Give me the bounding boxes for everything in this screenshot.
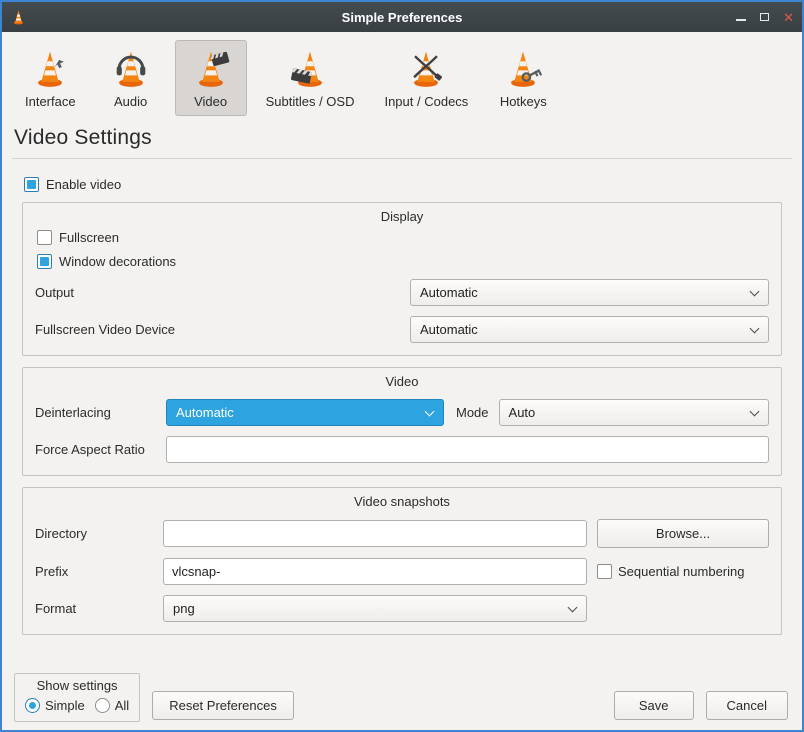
mode-value: Auto (509, 405, 536, 420)
video-icon (189, 47, 233, 91)
close-button[interactable]: ✕ (783, 11, 794, 24)
fullscreen-device-select[interactable]: Automatic (410, 316, 769, 343)
interface-icon (28, 47, 72, 91)
category-toolbar: Interface Audio (2, 32, 802, 120)
maximize-button[interactable] (760, 13, 769, 21)
deinterlacing-label: Deinterlacing (35, 405, 166, 420)
deinterlacing-select[interactable]: Automatic (166, 399, 444, 426)
sequential-numbering-checkbox[interactable]: Sequential numbering (597, 564, 769, 579)
force-aspect-ratio-row: Force Aspect Ratio (35, 436, 769, 463)
tab-interface[interactable]: Interface (14, 40, 87, 116)
radio-all-label: All (115, 698, 129, 713)
radio-icon (25, 698, 40, 713)
mode-select[interactable]: Auto (499, 399, 769, 426)
sequential-numbering-label: Sequential numbering (618, 564, 744, 579)
output-value: Automatic (420, 285, 478, 300)
chevron-down-icon (750, 406, 760, 416)
tab-label: Input / Codecs (384, 94, 468, 109)
chevron-down-icon (750, 286, 760, 296)
footer: Show settings Simple All Reset Preferenc… (2, 673, 802, 730)
show-settings-radios: Simple All (25, 698, 129, 713)
minimize-button[interactable] (736, 13, 746, 21)
directory-row: Directory Browse... (35, 519, 769, 548)
chevron-down-icon (568, 602, 578, 612)
input-codecs-icon (404, 47, 448, 91)
output-row: Output Automatic (35, 279, 769, 306)
window-controls: ✕ (736, 11, 794, 24)
checkbox-icon (37, 254, 52, 269)
titlebar[interactable]: Simple Preferences ✕ (2, 2, 802, 32)
prefix-input[interactable] (163, 558, 587, 585)
checkbox-icon (24, 177, 39, 192)
audio-icon (109, 47, 153, 91)
chevron-down-icon (425, 406, 435, 416)
window-decorations-label: Window decorations (59, 254, 176, 269)
preferences-window: Simple Preferences ✕ Interface (0, 0, 804, 732)
output-label: Output (35, 285, 410, 300)
checkbox-icon (37, 230, 52, 245)
tab-label: Video (194, 94, 227, 109)
directory-label: Directory (35, 526, 153, 541)
browse-button[interactable]: Browse... (597, 519, 769, 548)
tab-audio[interactable]: Audio (95, 40, 167, 116)
tab-video[interactable]: Video (175, 40, 247, 116)
radio-simple[interactable]: Simple (25, 698, 85, 713)
show-settings-title: Show settings (25, 678, 129, 693)
window-title: Simple Preferences (2, 10, 802, 25)
radio-icon (95, 698, 110, 713)
radio-all[interactable]: All (95, 698, 129, 713)
fullscreen-label: Fullscreen (59, 230, 119, 245)
fullscreen-device-label: Fullscreen Video Device (35, 322, 410, 337)
enable-video-label: Enable video (46, 177, 121, 192)
directory-input[interactable] (163, 520, 587, 547)
window-decorations-checkbox[interactable]: Window decorations (37, 254, 769, 269)
vlc-cone-icon (10, 8, 28, 26)
tab-label: Hotkeys (500, 94, 547, 109)
tab-label: Interface (25, 94, 76, 109)
video-snapshots-title: Video snapshots (35, 494, 769, 509)
deinterlacing-row: Deinterlacing Automatic Mode Auto (35, 399, 769, 426)
chevron-down-icon (750, 323, 760, 333)
fullscreen-device-row: Fullscreen Video Device Automatic (35, 316, 769, 343)
page-title: Video Settings (14, 126, 790, 150)
prefix-label: Prefix (35, 564, 153, 579)
show-settings-group: Show settings Simple All (14, 673, 140, 722)
checkbox-icon (597, 564, 612, 579)
page-head: Video Settings (2, 120, 802, 150)
tab-label: Subtitles / OSD (266, 94, 355, 109)
prefix-row: Prefix Sequential numbering (35, 558, 769, 585)
tab-input-codecs[interactable]: Input / Codecs (373, 40, 479, 116)
tab-hotkeys[interactable]: Hotkeys (487, 40, 559, 116)
display-group-title: Display (35, 209, 769, 224)
enable-video-checkbox[interactable]: Enable video (24, 177, 782, 192)
hotkeys-icon (501, 47, 545, 91)
output-select[interactable]: Automatic (410, 279, 769, 306)
reset-preferences-button[interactable]: Reset Preferences (152, 691, 294, 720)
format-value: png (173, 601, 195, 616)
fullscreen-device-value: Automatic (420, 322, 478, 337)
save-button[interactable]: Save (614, 691, 694, 720)
tab-label: Audio (114, 94, 147, 109)
fullscreen-checkbox[interactable]: Fullscreen (37, 230, 769, 245)
force-aspect-ratio-label: Force Aspect Ratio (35, 442, 166, 457)
format-row: Format png (35, 595, 769, 622)
deinterlacing-value: Automatic (176, 405, 234, 420)
format-label: Format (35, 601, 153, 616)
cancel-button[interactable]: Cancel (706, 691, 788, 720)
video-group-title: Video (35, 374, 769, 389)
format-select[interactable]: png (163, 595, 587, 622)
display-group: Display Fullscreen Window decorations Ou… (22, 202, 782, 356)
content: Enable video Display Fullscreen Window d… (2, 159, 802, 646)
video-group: Video Deinterlacing Automatic Mode Auto … (22, 367, 782, 476)
radio-simple-label: Simple (45, 698, 85, 713)
video-snapshots-group: Video snapshots Directory Browse... Pref… (22, 487, 782, 635)
force-aspect-ratio-input[interactable] (166, 436, 769, 463)
subtitles-osd-icon (288, 47, 332, 91)
mode-label: Mode (456, 405, 489, 420)
tab-subtitles-osd[interactable]: Subtitles / OSD (255, 40, 366, 116)
